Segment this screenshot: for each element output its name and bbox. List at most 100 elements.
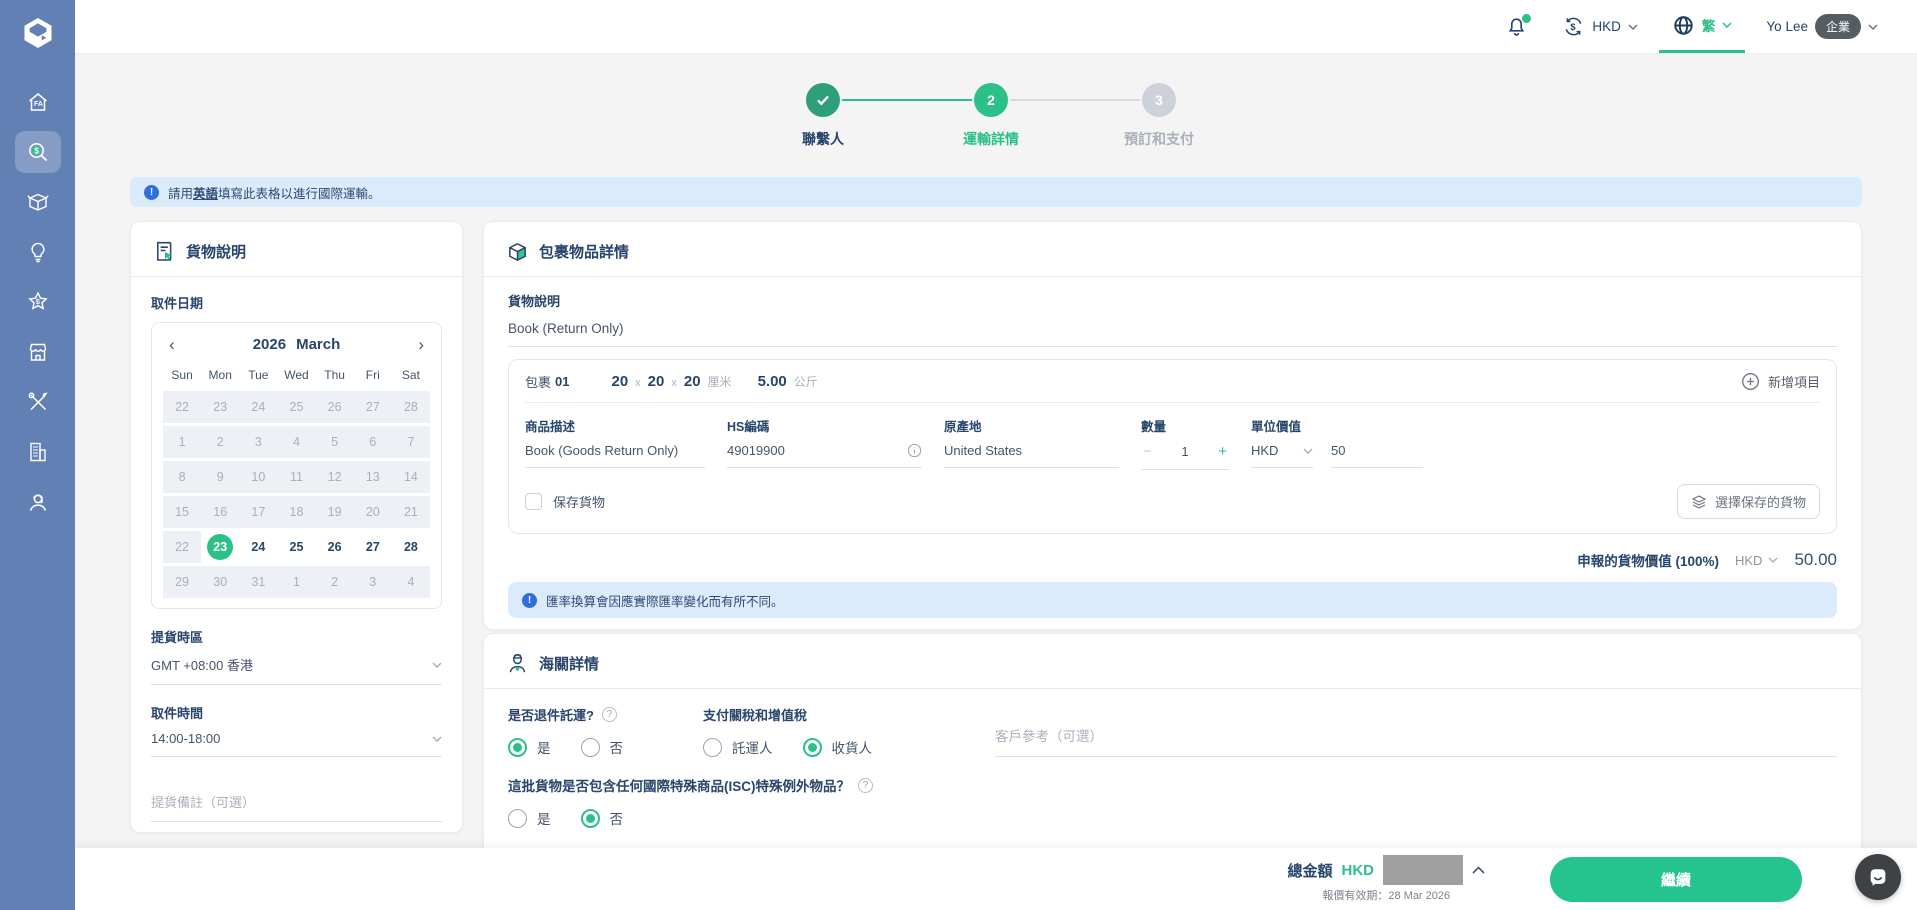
step-3-booking-payment[interactable]: 3 bbox=[1142, 83, 1176, 117]
user-menu[interactable]: Yo Lee 企業 bbox=[1753, 0, 1891, 53]
calendar-day[interactable]: 12 bbox=[316, 461, 354, 493]
calendar-day[interactable]: 25 bbox=[277, 391, 315, 423]
unit-currency-select[interactable]: HKD bbox=[1251, 435, 1313, 468]
chat-widget-button[interactable] bbox=[1855, 854, 1901, 900]
step-1-contacts[interactable] bbox=[806, 83, 840, 117]
sidebar-item-store[interactable] bbox=[15, 331, 61, 373]
isc-no-radio[interactable] bbox=[581, 809, 600, 828]
calendar-day[interactable]: 13 bbox=[354, 461, 392, 493]
hs-code-input[interactable]: 49019900 bbox=[727, 435, 922, 468]
unit-value-input[interactable]: 50 bbox=[1331, 435, 1423, 468]
step-2-shipping-details[interactable]: 2 bbox=[974, 83, 1008, 117]
calendar-day[interactable]: 17 bbox=[239, 496, 277, 528]
calendar-day[interactable]: 8 bbox=[163, 461, 201, 493]
calendar-day[interactable]: 21 bbox=[392, 496, 430, 528]
calendar-prev-button[interactable]: ‹ bbox=[169, 336, 175, 353]
currency-selector[interactable]: $ HKD bbox=[1549, 0, 1651, 53]
calendar-day[interactable]: 15 bbox=[163, 496, 201, 528]
calendar-day[interactable]: 20 bbox=[354, 496, 392, 528]
notifications-button[interactable] bbox=[1492, 0, 1541, 53]
language-selector[interactable]: 繁 bbox=[1659, 0, 1746, 53]
item-description-input[interactable]: Book (Goods Return Only) bbox=[525, 435, 705, 468]
sidebar-item-company[interactable] bbox=[15, 431, 61, 473]
sidebar-item-tools[interactable] bbox=[15, 381, 61, 423]
calendar-day[interactable]: 26 bbox=[316, 531, 354, 563]
continue-button[interactable]: 繼續 bbox=[1550, 857, 1802, 902]
package-panel-header: 包裹物品詳情 bbox=[484, 222, 1861, 277]
calendar-day[interactable]: 4 bbox=[277, 426, 315, 458]
calendar-day[interactable]: 23 bbox=[201, 391, 239, 423]
calendar-day[interactable]: 14 bbox=[392, 461, 430, 493]
add-item-button[interactable]: 新增項目 bbox=[1741, 372, 1820, 391]
calendar-day[interactable]: 22 bbox=[163, 391, 201, 423]
sidebar-item-insights[interactable] bbox=[15, 231, 61, 273]
unit-currency-value: HKD bbox=[1251, 443, 1278, 458]
sidebar-item-support[interactable] bbox=[15, 481, 61, 523]
calendar-day[interactable]: 1 bbox=[277, 566, 315, 598]
calendar-day[interactable]: 29 bbox=[163, 566, 201, 598]
calendar-day[interactable]: 1 bbox=[163, 426, 201, 458]
customer-reference-input[interactable]: 客戶參考（可選） bbox=[995, 725, 1837, 757]
quantity-decrease-icon[interactable]: − bbox=[1143, 443, 1152, 460]
calendar-day[interactable]: 27 bbox=[354, 391, 392, 423]
calendar-day-selected[interactable]: 23 bbox=[201, 531, 239, 563]
calendar-day[interactable]: 18 bbox=[277, 496, 315, 528]
duties-shipper-radio[interactable] bbox=[703, 738, 722, 757]
timezone-select[interactable]: GMT +08:00 香港 bbox=[151, 646, 442, 685]
calendar-day[interactable]: 2 bbox=[201, 426, 239, 458]
calendar-day[interactable]: 24 bbox=[239, 531, 277, 563]
isc-yes-radio[interactable] bbox=[508, 809, 527, 828]
calendar-day[interactable]: 19 bbox=[316, 496, 354, 528]
isc-question-row: 這批貨物是否包含任何國際特殊商品(ISC)特殊例外物品？ ? bbox=[508, 775, 1837, 795]
info-circle-icon[interactable] bbox=[907, 443, 922, 458]
calendar-day[interactable]: 24 bbox=[239, 391, 277, 423]
pickup-remarks-input[interactable]: 提貨備註（可選） bbox=[151, 783, 442, 822]
return-yes-radio[interactable] bbox=[508, 738, 527, 757]
chevron-up-icon[interactable] bbox=[1472, 866, 1485, 874]
calendar-day[interactable]: 2 bbox=[316, 566, 354, 598]
sidebar-item-shipments[interactable] bbox=[15, 181, 61, 223]
calendar-next-button[interactable]: › bbox=[418, 336, 424, 353]
calendar-weekday: Sun bbox=[163, 368, 201, 382]
calendar-day[interactable]: 11 bbox=[277, 461, 315, 493]
quantity-increase-icon[interactable]: + bbox=[1218, 443, 1227, 460]
duties-consignee-radio[interactable] bbox=[803, 738, 822, 757]
layers-icon bbox=[1691, 494, 1707, 510]
calendar-day[interactable]: 3 bbox=[354, 566, 392, 598]
calendar-day[interactable]: 6 bbox=[354, 426, 392, 458]
return-no-radio[interactable] bbox=[581, 738, 600, 757]
goods-description-input[interactable]: Book (Return Only) bbox=[508, 312, 1837, 347]
calendar-day[interactable]: 27 bbox=[354, 531, 392, 563]
sidebar-item-quote-active[interactable]: $ bbox=[15, 131, 61, 173]
save-item-checkbox[interactable] bbox=[525, 493, 542, 510]
calendar-day[interactable]: 5 bbox=[316, 426, 354, 458]
customs-officer-icon bbox=[506, 652, 529, 675]
sidebar-item-rewards[interactable]: $ bbox=[15, 281, 61, 323]
calendar-title: 2026 March bbox=[253, 336, 341, 353]
pickup-time-value: 14:00-18:00 bbox=[151, 731, 220, 746]
calendar-day[interactable]: 3 bbox=[239, 426, 277, 458]
package-weight[interactable]: 5.00公斤 bbox=[758, 373, 818, 391]
calendar-day[interactable]: 4 bbox=[392, 566, 430, 598]
calendar-day[interactable]: 28 bbox=[392, 391, 430, 423]
calendar-day[interactable]: 28 bbox=[392, 531, 430, 563]
select-saved-items-button[interactable]: 選擇保存的貨物 bbox=[1677, 484, 1820, 519]
calendar-day[interactable]: 16 bbox=[201, 496, 239, 528]
pickup-time-select[interactable]: 14:00-18:00 bbox=[151, 722, 442, 757]
help-icon[interactable]: ? bbox=[602, 707, 617, 722]
calendar-day[interactable]: 7 bbox=[392, 426, 430, 458]
origin-select[interactable]: United States bbox=[944, 435, 1119, 468]
topbar: $ HKD 繁 Yo Lee 企業 bbox=[75, 0, 1917, 53]
declared-currency-select[interactable]: HKD bbox=[1735, 553, 1778, 568]
calendar-day[interactable]: 25 bbox=[277, 531, 315, 563]
calendar-day[interactable]: 22 bbox=[163, 531, 201, 563]
calendar-day[interactable]: 30 bbox=[201, 566, 239, 598]
app-logo-icon[interactable] bbox=[18, 13, 58, 53]
package-dimensions[interactable]: 20x20x20厘米 bbox=[611, 373, 731, 391]
calendar-day[interactable]: 31 bbox=[239, 566, 277, 598]
help-icon[interactable]: ? bbox=[858, 778, 873, 793]
sidebar-item-home[interactable]: FA bbox=[15, 81, 61, 123]
calendar-day[interactable]: 26 bbox=[316, 391, 354, 423]
calendar-day[interactable]: 10 bbox=[239, 461, 277, 493]
calendar-day[interactable]: 9 bbox=[201, 461, 239, 493]
